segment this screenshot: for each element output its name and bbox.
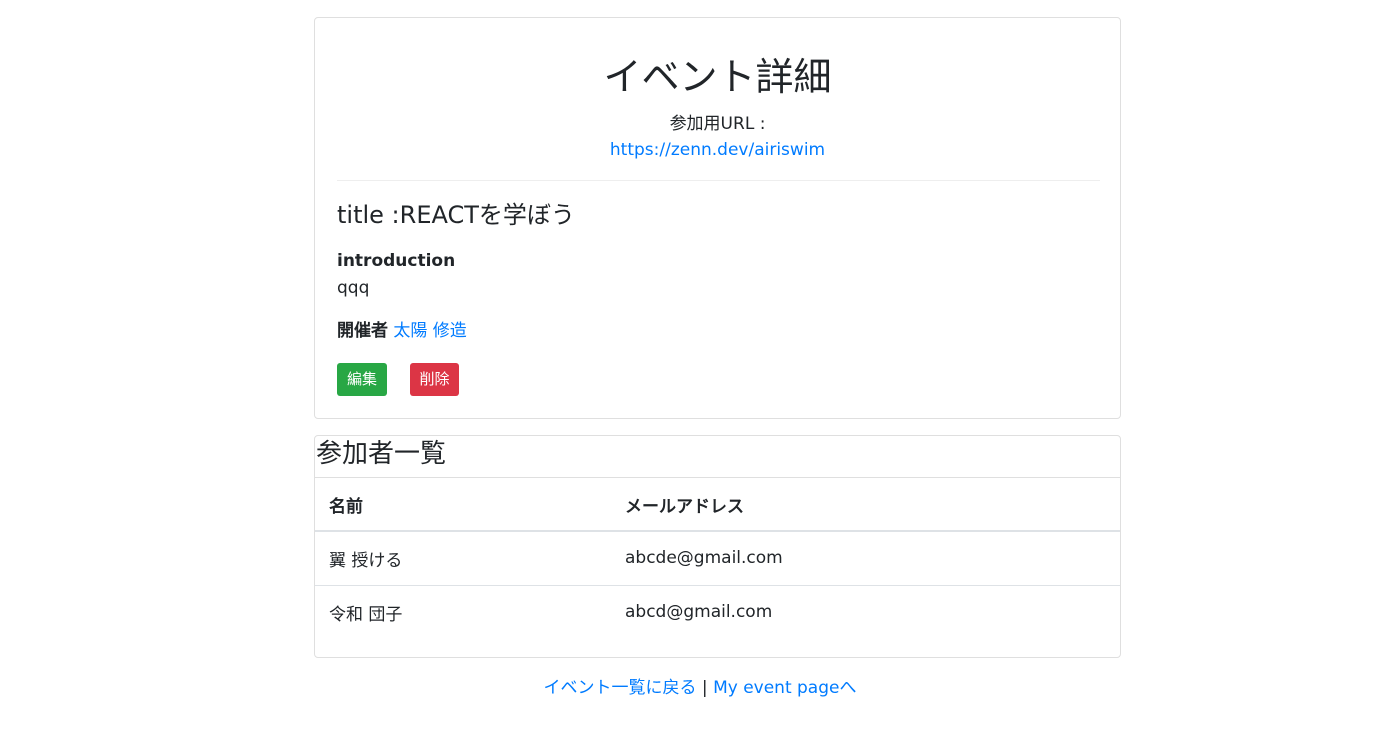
organizer-row: 開催者 太陽 修造 bbox=[337, 320, 467, 342]
column-header-name: 名前 bbox=[329, 496, 363, 517]
footer-links: イベント一覧に戻る | My event pageへ bbox=[0, 677, 1400, 699]
event-detail-card: イベント詳細 参加用URL : https://zenn.dev/airiswi… bbox=[314, 17, 1121, 419]
page-title: イベント詳細 bbox=[603, 55, 832, 99]
participant-email: abcd@gmail.com bbox=[625, 602, 773, 623]
participant-email: abcde@gmail.com bbox=[625, 548, 783, 569]
table-row: 令和 団子 abcd@gmail.com bbox=[315, 585, 1120, 639]
participation-url-label: 参加用URL : bbox=[669, 114, 766, 134]
event-title: title :REACTを学ぼう bbox=[337, 201, 575, 229]
organizer-label: 開催者 bbox=[337, 321, 388, 341]
participant-name: 翼 授ける bbox=[329, 550, 403, 571]
participation-url-link[interactable]: https://zenn.dev/airiswim bbox=[610, 140, 825, 160]
organizer-link[interactable]: 太陽 修造 bbox=[393, 321, 466, 341]
introduction-text: qqq bbox=[337, 278, 370, 298]
participants-card: 参加者一覧 名前 メールアドレス 翼 授ける abcde@gmail.com 令… bbox=[314, 435, 1121, 658]
edit-button[interactable]: 編集 bbox=[337, 363, 387, 396]
divider bbox=[337, 180, 1100, 181]
participants-heading: 参加者一覧 bbox=[315, 436, 1120, 478]
footer-separator: | bbox=[701, 678, 708, 698]
my-event-page-link[interactable]: My event pageへ bbox=[713, 678, 856, 698]
participants-table: 名前 メールアドレス 翼 授ける abcde@gmail.com 令和 団子 a… bbox=[315, 478, 1120, 639]
column-header-email: メールアドレス bbox=[625, 496, 744, 517]
introduction-label: introduction bbox=[337, 251, 456, 271]
table-row: 翼 授ける abcde@gmail.com bbox=[315, 531, 1120, 585]
table-header-row: 名前 メールアドレス bbox=[315, 478, 1120, 531]
delete-button[interactable]: 削除 bbox=[410, 363, 459, 396]
participant-name: 令和 団子 bbox=[329, 604, 403, 625]
back-to-events-link[interactable]: イベント一覧に戻る bbox=[544, 678, 697, 698]
